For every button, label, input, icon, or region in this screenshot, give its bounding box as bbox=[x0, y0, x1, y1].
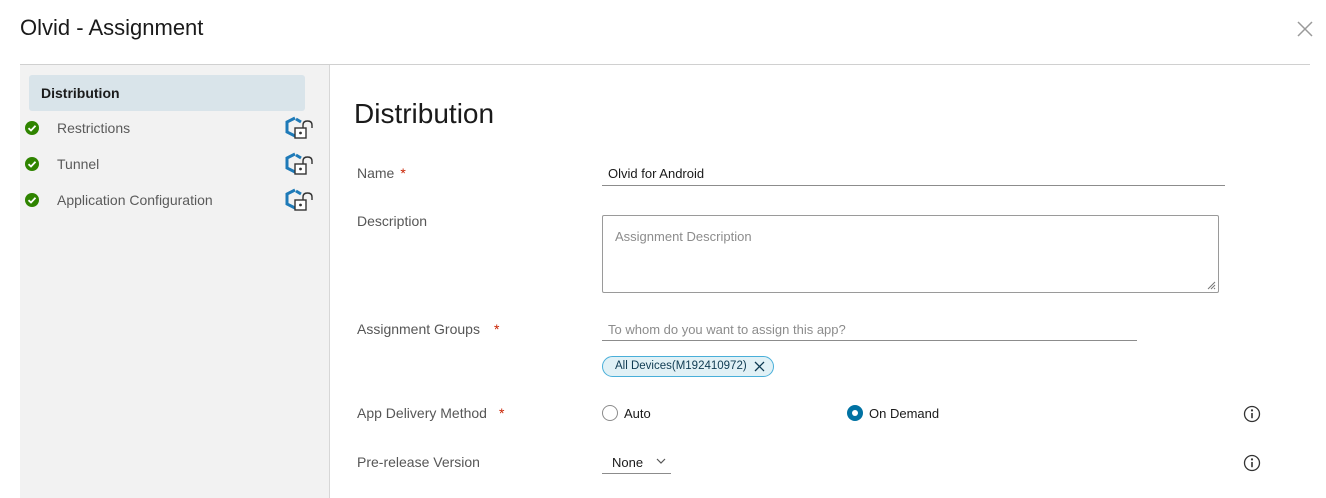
assignment-groups-label: Assignment Groups * bbox=[357, 321, 500, 337]
delivery-method-label: App Delivery Method * bbox=[357, 405, 505, 421]
auto-radio-label: Auto bbox=[624, 406, 651, 421]
required-marker: * bbox=[498, 405, 505, 421]
sidebar-item-application-configuration[interactable]: Application Configuration bbox=[20, 186, 330, 216]
check-circle-icon bbox=[25, 193, 39, 207]
lock-icon bbox=[285, 188, 313, 211]
section-title: Distribution bbox=[354, 98, 495, 129]
chevron-down-icon bbox=[656, 458, 666, 464]
name-label: Name * bbox=[357, 165, 406, 181]
description-label: Description bbox=[357, 213, 428, 229]
check-circle-icon bbox=[25, 121, 39, 135]
modal-title: Olvid - Assignment bbox=[20, 15, 204, 40]
prerelease-value: None bbox=[612, 455, 644, 470]
required-marker: * bbox=[493, 321, 500, 337]
check-circle-icon bbox=[25, 157, 39, 171]
info-icon[interactable] bbox=[1243, 405, 1261, 423]
sidebar-item-label: Distribution bbox=[41, 85, 120, 101]
sidebar-item-label: Restrictions bbox=[57, 120, 131, 136]
assignment-groups-search-input[interactable]: To whom do you want to assign this app? bbox=[602, 319, 1137, 341]
sidebar-item-label: Application Configuration bbox=[57, 192, 213, 208]
auto-radio[interactable] bbox=[602, 405, 618, 421]
description-placeholder: Assignment Description bbox=[615, 229, 752, 244]
prerelease-label: Pre-release Version bbox=[357, 454, 480, 470]
sidebar-item-label: Tunnel bbox=[57, 156, 100, 172]
required-marker: * bbox=[400, 165, 406, 181]
sidebar-item-restrictions[interactable]: Restrictions bbox=[20, 114, 330, 144]
sidebar: Distribution Restrictions Tunnel Applica… bbox=[20, 65, 330, 498]
name-field[interactable]: Olvid for Android bbox=[602, 163, 1225, 186]
lock-icon bbox=[285, 116, 313, 139]
info-icon[interactable] bbox=[1243, 454, 1261, 472]
prerelease-select[interactable]: None bbox=[602, 452, 671, 474]
chip-label: All Devices(M192410972) bbox=[615, 360, 747, 372]
on-demand-radio[interactable] bbox=[847, 405, 863, 421]
remove-chip-icon[interactable] bbox=[754, 361, 765, 372]
close-icon[interactable] bbox=[1296, 20, 1314, 38]
sidebar-item-distribution[interactable]: Distribution bbox=[29, 75, 305, 111]
sidebar-item-tunnel[interactable]: Tunnel bbox=[20, 150, 330, 180]
resize-grip-icon[interactable] bbox=[1207, 281, 1216, 290]
on-demand-radio-label: On Demand bbox=[869, 406, 940, 421]
lock-icon bbox=[285, 152, 313, 175]
assignment-group-chip: All Devices(M192410972) bbox=[602, 356, 774, 377]
description-textarea[interactable]: Assignment Description bbox=[602, 215, 1219, 293]
